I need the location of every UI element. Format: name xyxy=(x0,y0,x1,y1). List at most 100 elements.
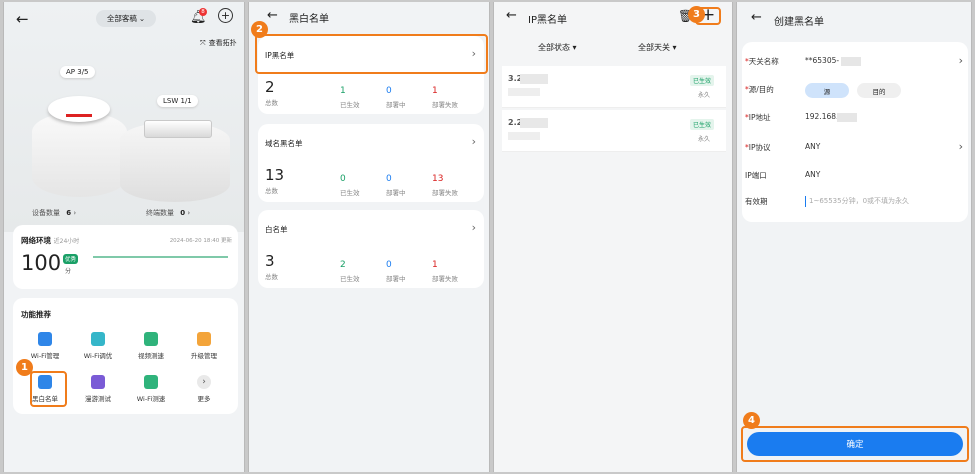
stat-value: 0 xyxy=(386,174,392,184)
desc-blur xyxy=(508,132,540,140)
form-value[interactable]: 192.168. xyxy=(805,112,838,121)
panel-black-white-list: ← 黑白名单 IP黑名单 › 2 总数 1 已生效 0 部署中 1 部署失败 域名黑名单 › 13 总数 0… xyxy=(248,2,490,472)
form-row[interactable]: *源/目的 源目的 xyxy=(745,82,965,102)
function-item[interactable]: › 更多 xyxy=(180,375,228,413)
ap-label: AP 3/5 xyxy=(60,66,95,78)
total-label: 总数 xyxy=(265,273,278,281)
list-item[interactable]: 2.2 已生效 永久 xyxy=(502,110,726,152)
back-icon[interactable]: ← xyxy=(506,8,517,23)
add-icon[interactable]: + xyxy=(218,8,233,23)
form-row[interactable]: 有效期 1~65535分钟，0或不填为永久 xyxy=(745,194,965,214)
highlight-box-2 xyxy=(255,34,488,74)
validity-input[interactable]: 1~65535分钟，0或不填为永久 xyxy=(809,196,909,206)
network-time: 2024-06-20 18:40 更新 xyxy=(169,238,232,244)
device-count: 6 xyxy=(66,209,72,217)
function-label: 升级管理 xyxy=(191,352,217,360)
chevron-right-icon: › xyxy=(471,135,476,148)
site-selector[interactable]: 全部客稿 ⌄ xyxy=(96,10,156,27)
function-label: 视频测速 xyxy=(138,352,164,360)
form-row[interactable]: *IP地址 192.168. xyxy=(745,110,965,130)
more-icon: › xyxy=(197,375,211,389)
step-badge-2: 2 xyxy=(251,21,268,38)
network-score: 100 xyxy=(21,251,62,275)
ip-blur xyxy=(520,74,548,84)
network-card[interactable]: 网络环境 近24小时 2024-06-20 18:40 更新 100 优秀 分 xyxy=(13,225,238,289)
form-label-text: IP地址 xyxy=(748,113,771,122)
function-item[interactable]: 升级管理 xyxy=(180,332,228,370)
video-speed-icon xyxy=(144,332,158,346)
switch-device-icon[interactable] xyxy=(144,120,212,138)
list-card[interactable]: 白名单 › 3 总数 2 已生效 0 部署中 1 部署失败 xyxy=(258,210,484,288)
step-badge-4: 4 xyxy=(743,412,760,429)
form-label-text: IP端口 xyxy=(745,171,767,180)
function-item[interactable]: Wi-Fi测速 xyxy=(127,375,175,413)
total-label: 总数 xyxy=(265,99,278,107)
terminal-count-row[interactable]: 终端数量 0 › xyxy=(146,208,190,218)
stat-label: 已生效 xyxy=(340,101,360,109)
stat-value: 1 xyxy=(432,86,438,96)
step-badge-1: 1 xyxy=(16,359,33,376)
form-label: *IP地址 xyxy=(745,112,771,123)
function-item[interactable]: 视频测速 xyxy=(127,332,175,370)
list-card-title: 域名黑名单 xyxy=(265,139,303,148)
filter-status[interactable]: 全部状态 ▾ xyxy=(538,42,577,53)
form-label: 有效期 xyxy=(745,196,768,207)
stat-label: 部署失败 xyxy=(432,189,458,197)
form-value[interactable]: ANY xyxy=(805,142,820,151)
pedestal-left xyxy=(32,112,127,197)
bell-badge: 8 xyxy=(199,8,207,16)
stat-value: 1 xyxy=(340,86,346,96)
stat-label: 部署失败 xyxy=(432,101,458,109)
form-row[interactable]: *天关名称 **65305- › xyxy=(745,54,965,74)
stat-value: 1 xyxy=(432,260,438,270)
chevron-right-icon: › xyxy=(958,140,963,153)
destination-option[interactable]: 目的 xyxy=(857,83,901,98)
back-icon[interactable]: ← xyxy=(267,8,278,23)
device-count-row[interactable]: 设备数量 6 › xyxy=(32,208,76,218)
form-value[interactable]: **65305- xyxy=(805,56,839,65)
filter-gateway[interactable]: 全部天关 ▾ xyxy=(638,42,677,53)
form-label-text: 有效期 xyxy=(745,197,768,206)
terminal-count: 0 xyxy=(180,209,186,217)
topology-link[interactable]: ⤧ 查看拓扑 xyxy=(200,38,237,48)
back-icon[interactable]: ← xyxy=(751,10,762,25)
function-label: 更多 xyxy=(197,395,211,403)
form-row[interactable]: IP端口 ANY xyxy=(745,168,965,188)
value-blur xyxy=(837,113,857,122)
form-label: *天关名称 xyxy=(745,56,779,67)
stat-value: 13 xyxy=(432,174,444,184)
list-item[interactable]: 3.2 已生效 永久 xyxy=(502,66,726,108)
form-label-text: 天关名称 xyxy=(748,57,779,66)
total-label: 总数 xyxy=(265,187,278,195)
trend-line xyxy=(93,256,228,258)
value-blur xyxy=(841,57,861,66)
score-badge: 优秀 xyxy=(63,254,79,264)
back-icon[interactable]: ← xyxy=(16,10,29,28)
ip-blur xyxy=(520,118,548,128)
stat-label: 部署中 xyxy=(386,101,406,109)
form-label-text: IP协议 xyxy=(748,143,771,152)
functions-title: 功能推荐 xyxy=(21,310,51,319)
form-row[interactable]: *IP协议 ANY › xyxy=(745,140,965,160)
function-item[interactable]: 漫游测试 xyxy=(74,375,122,413)
chevron-right-icon: › xyxy=(73,209,77,217)
highlight-box-1 xyxy=(30,371,67,407)
function-item[interactable]: Wi-Fi调优 xyxy=(74,332,122,370)
ap-device-icon[interactable] xyxy=(48,96,110,122)
page-title: 创建黑名单 xyxy=(774,17,824,28)
form-value[interactable]: ANY xyxy=(805,170,820,179)
expand-icon: ⤧ xyxy=(200,38,206,47)
desc-blur xyxy=(508,88,540,96)
score-unit: 分 xyxy=(65,268,72,275)
ap-led xyxy=(66,114,92,117)
terminal-count-label: 终端数量 xyxy=(146,209,174,217)
status-badge: 已生效 xyxy=(689,75,714,86)
stat-label: 部署中 xyxy=(386,275,406,283)
page-title: IP黑名单 xyxy=(528,15,567,26)
text-cursor xyxy=(805,196,806,207)
source-option[interactable]: 源 xyxy=(805,83,849,98)
total-value: 13 xyxy=(265,166,285,184)
form-label: IP端口 xyxy=(745,170,767,181)
list-card[interactable]: 域名黑名单 › 13 总数 0 已生效 0 部署中 13 部署失败 xyxy=(258,124,484,202)
chevron-right-icon: › xyxy=(187,209,191,217)
